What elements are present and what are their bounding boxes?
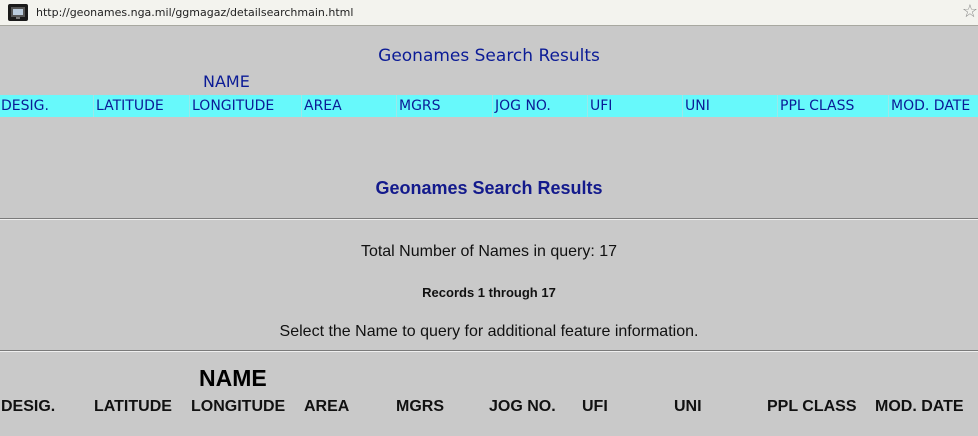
top-col-desig[interactable]: DESIG.	[1, 98, 49, 114]
top-col-jog-no[interactable]: JOG NO.	[495, 98, 551, 114]
col-mod-date: MOD. DATE	[875, 398, 964, 415]
col-longitude: LONGITUDE	[191, 398, 286, 415]
column-divider	[492, 95, 493, 117]
top-col-mgrs[interactable]: MGRS	[399, 98, 441, 114]
column-divider	[396, 95, 397, 117]
column-divider	[301, 95, 302, 117]
col-jog-no: JOG NO.	[489, 398, 556, 415]
top-name-column-header[interactable]: NAME	[203, 72, 250, 91]
column-divider	[888, 95, 889, 117]
col-area: AREA	[304, 398, 350, 415]
column-divider	[189, 95, 190, 117]
top-col-mod-date[interactable]: MOD. DATE	[891, 98, 970, 114]
instruction-text: Select the Name to query for additional …	[279, 323, 699, 340]
column-divider	[777, 95, 778, 117]
records-range: Records 1 through 17	[422, 285, 556, 300]
top-col-latitude[interactable]: LATITUDE	[96, 98, 164, 114]
col-uni: UNI	[674, 398, 702, 415]
url-text[interactable]: http://geonames.nga.mil/ggmagaz/detailse…	[36, 6, 353, 19]
col-ufi: UFI	[582, 398, 608, 415]
top-page-title: Geonames Search Results	[378, 46, 600, 66]
name-column-header: NAME	[199, 365, 267, 391]
column-divider	[587, 95, 588, 117]
page-thumbnail-icon	[8, 4, 28, 21]
top-col-ufi[interactable]: UFI	[590, 98, 612, 114]
top-col-uni[interactable]: UNI	[685, 98, 710, 114]
divider	[0, 218, 978, 220]
top-col-area[interactable]: AREA	[304, 98, 342, 114]
star-icon[interactable]: ☆	[962, 2, 978, 20]
column-divider	[682, 95, 683, 117]
total-names-count: Total Number of Names in query: 17	[360, 243, 618, 260]
address-bar[interactable]: http://geonames.nga.mil/ggmagaz/detailse…	[0, 0, 978, 26]
col-ppl-class: PPL CLASS	[767, 398, 857, 415]
divider	[0, 350, 978, 352]
column-divider	[93, 95, 94, 117]
top-col-longitude[interactable]: LONGITUDE	[192, 98, 274, 114]
col-latitude: LATITUDE	[94, 398, 172, 415]
top-col-ppl-class[interactable]: PPL CLASS	[780, 98, 854, 114]
results-title: Geonames Search Results	[375, 178, 603, 198]
col-mgrs: MGRS	[396, 398, 444, 415]
col-desig: DESIG.	[1, 398, 56, 415]
